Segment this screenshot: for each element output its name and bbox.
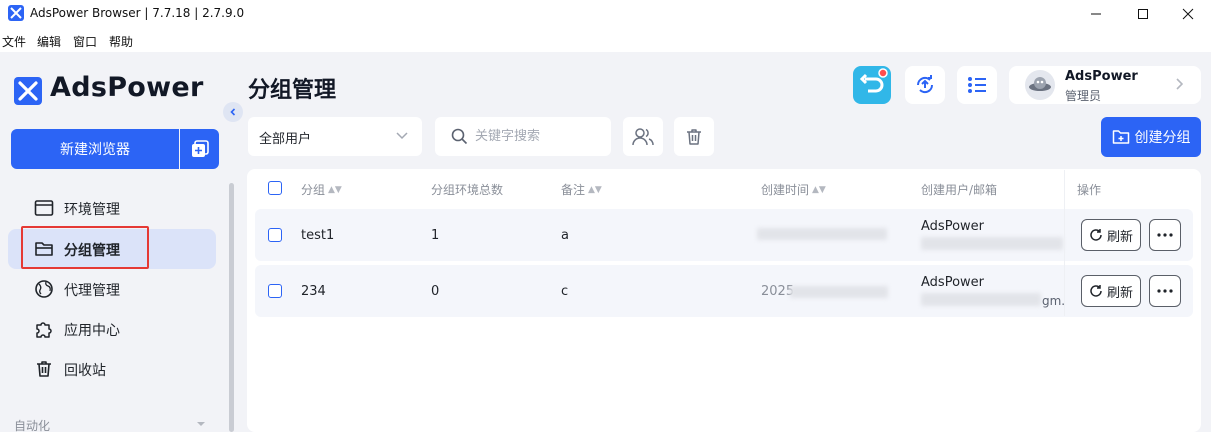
app-logo-icon — [8, 5, 24, 21]
close-button[interactable] — [1165, 0, 1211, 28]
collapse-sidebar-button[interactable] — [223, 102, 243, 122]
chevron-down-icon — [396, 132, 408, 140]
app-update-button[interactable] — [852, 66, 892, 104]
filter-value: 全部用户 — [259, 132, 312, 147]
row-checkbox[interactable] — [268, 228, 282, 242]
more-icon — [1157, 233, 1173, 237]
maximize-button[interactable] — [1120, 0, 1166, 28]
refresh-icon — [1090, 285, 1102, 297]
env-count-cell: 1 — [431, 228, 440, 243]
list-icon — [968, 77, 986, 93]
user-profile[interactable]: AdsPower 管理员 — [1009, 66, 1201, 104]
trash-icon — [37, 361, 51, 377]
row-checkbox[interactable] — [268, 284, 282, 298]
creator-name-cell: AdsPower — [921, 219, 984, 234]
column-header-env-count: 分组环境总数 — [431, 183, 504, 197]
sync-icon — [916, 75, 934, 94]
create-group-button[interactable]: 创建分组 — [1101, 117, 1201, 157]
delete-button[interactable] — [674, 117, 714, 156]
browser-window-icon — [34, 200, 54, 216]
column-header-group[interactable]: 分组 ▲▼ — [301, 181, 342, 198]
avatar — [1025, 70, 1055, 100]
globe-icon — [35, 280, 53, 298]
table-row[interactable] — [255, 265, 1193, 317]
note-cell: c — [561, 284, 569, 299]
highlight-box — [21, 226, 149, 269]
create-group-label: 创建分组 — [1134, 130, 1191, 146]
more-actions-button[interactable] — [1149, 219, 1181, 251]
window-title: AdsPower Browser | 7.7.18 | 2.7.9.0 — [30, 6, 245, 20]
menu-file[interactable]: 文件 — [2, 33, 26, 50]
note-cell: a — [561, 228, 569, 243]
profile-name: AdsPower — [1065, 69, 1138, 84]
more-actions-button[interactable] — [1149, 275, 1181, 307]
refresh-button[interactable]: 刷新 — [1081, 219, 1141, 251]
email-suffix-cell: gm. — [1042, 294, 1066, 308]
search-input[interactable] — [475, 126, 600, 146]
user-filter-select[interactable]: 全部用户 — [248, 117, 422, 156]
trash-icon — [687, 128, 701, 145]
search-icon — [451, 128, 468, 145]
table-row[interactable] — [255, 209, 1193, 261]
add-folder-icon — [1112, 130, 1129, 144]
title-bar: AdsPower Browser | 7.7.18 | 2.7.9.0 — [0, 0, 1211, 28]
new-browser-plus-button[interactable] — [180, 129, 219, 169]
sidebar-item-profiles[interactable]: 环境管理 — [8, 188, 216, 228]
env-count-cell: 0 — [431, 284, 440, 299]
user-group-button[interactable] — [623, 117, 663, 156]
adspower-logo-icon — [14, 77, 42, 105]
menu-window[interactable]: 窗口 — [73, 33, 97, 50]
redacted-email — [921, 293, 1041, 306]
menu-help[interactable]: 帮助 — [109, 33, 133, 50]
chevron-right-icon — [1176, 78, 1183, 90]
sidebar-item-app-center[interactable]: 应用中心 — [8, 309, 216, 349]
column-header-note[interactable]: 备注 ▲▼ — [561, 181, 602, 198]
search-box[interactable] — [435, 117, 611, 156]
select-all-checkbox[interactable] — [268, 181, 282, 195]
chevron-down-icon[interactable] — [196, 421, 206, 427]
redacted-created-time — [757, 228, 887, 240]
group-name-cell: 234 — [301, 284, 326, 299]
sidebar-item-label: 环境管理 — [64, 202, 120, 218]
sidebar-item-label: 代理管理 — [64, 283, 120, 299]
new-browser-button[interactable]: 新建浏览器 — [11, 129, 179, 169]
sidebar-item-label: 应用中心 — [64, 323, 120, 339]
refresh-button[interactable]: 刷新 — [1081, 275, 1141, 307]
sidebar-scrollbar[interactable] — [229, 183, 234, 432]
app-badge-icon — [853, 66, 891, 104]
puzzle-icon — [36, 322, 52, 338]
add-window-icon — [191, 140, 209, 157]
sidebar-item-trash[interactable]: 回收站 — [8, 349, 216, 389]
sync-button[interactable] — [905, 66, 945, 104]
menu-bar: 文件 编辑 窗口 帮助 — [0, 28, 1211, 52]
menu-edit[interactable]: 编辑 — [37, 33, 61, 50]
profile-role: 管理员 — [1065, 89, 1102, 103]
sidebar-item-proxies[interactable]: 代理管理 — [8, 269, 216, 309]
users-icon — [632, 127, 654, 145]
sidebar-item-label: 回收站 — [64, 363, 106, 379]
minimize-button[interactable] — [1073, 0, 1119, 28]
group-name-cell: test1 — [301, 228, 335, 243]
redacted-created-time — [790, 286, 888, 298]
column-header-creator: 创建用户/邮箱 — [921, 183, 998, 197]
column-header-created-time[interactable]: 创建时间 ▲▼ — [761, 181, 826, 198]
sidebar-section-automation[interactable]: 自动化 — [14, 417, 50, 432]
logo-text: AdsPower — [50, 72, 204, 103]
creator-name-cell: AdsPower — [921, 275, 984, 290]
redacted-email — [921, 237, 1063, 250]
column-header-actions: 操作 — [1077, 183, 1102, 197]
more-icon — [1157, 289, 1173, 293]
refresh-icon — [1090, 229, 1102, 241]
page-title: 分组管理 — [248, 78, 337, 103]
task-list-button[interactable] — [957, 66, 997, 104]
actions-column-divider — [1064, 170, 1065, 316]
